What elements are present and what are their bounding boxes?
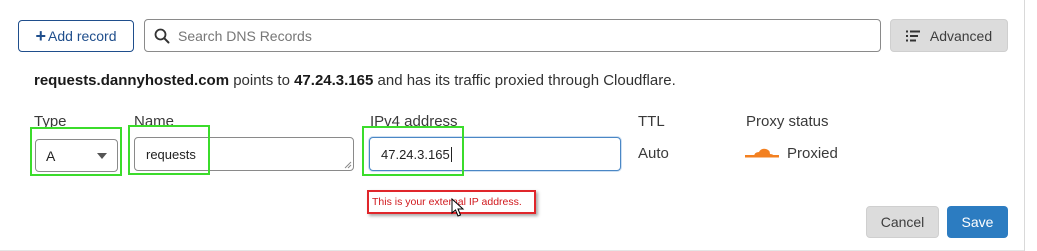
search-placeholder: Search DNS Records xyxy=(178,27,312,44)
ipv4-input[interactable]: 47.24.3.165 xyxy=(369,137,621,171)
search-icon xyxy=(154,27,172,45)
dns-record-panel: + Add record Search DNS Records Advanced… xyxy=(0,0,1037,251)
summary-ip: 47.24.3.165 xyxy=(294,72,374,89)
summary-domain: requests.dannyhosted.com xyxy=(34,72,230,89)
panel-right-border xyxy=(1024,0,1025,251)
record-summary: requests.dannyhosted.com points to 47.24… xyxy=(34,72,676,89)
ipv4-label: IPv4 address xyxy=(370,113,458,130)
resize-grip-icon[interactable] xyxy=(344,161,352,169)
type-label: Type xyxy=(34,113,67,130)
plus-icon: + xyxy=(35,26,47,46)
ipv4-value: 47.24.3.165 xyxy=(381,147,450,162)
ip-tooltip-text: This is your external IP address. xyxy=(372,196,522,208)
name-value: requests xyxy=(146,147,196,162)
chevron-down-icon xyxy=(97,152,107,159)
summary-text-1: points to xyxy=(229,72,295,89)
advanced-label: Advanced xyxy=(929,27,993,44)
name-input[interactable]: requests xyxy=(134,137,354,171)
type-select[interactable]: A xyxy=(35,139,118,172)
list-filter-icon xyxy=(905,30,920,42)
search-dns-input[interactable]: Search DNS Records xyxy=(144,19,881,52)
cancel-button[interactable]: Cancel xyxy=(866,206,939,238)
add-record-button[interactable]: + Add record xyxy=(18,20,134,52)
save-button[interactable]: Save xyxy=(947,206,1008,238)
proxy-status-value: Proxied xyxy=(787,145,838,162)
proxy-status-toggle[interactable]: Proxied xyxy=(745,145,838,162)
ttl-value: Auto xyxy=(638,145,669,162)
cloud-icon xyxy=(745,147,779,161)
name-label: Name xyxy=(134,113,175,130)
advanced-button[interactable]: Advanced xyxy=(890,19,1008,52)
summary-text-2: and has its traffic proxied through Clou… xyxy=(373,72,676,89)
ttl-label: TTL xyxy=(638,113,665,130)
mouse-pointer-icon xyxy=(451,198,465,217)
type-value: A xyxy=(46,147,56,164)
text-caret xyxy=(450,147,452,162)
proxy-status-label: Proxy status xyxy=(746,113,829,130)
add-record-label: Add record xyxy=(48,28,117,44)
